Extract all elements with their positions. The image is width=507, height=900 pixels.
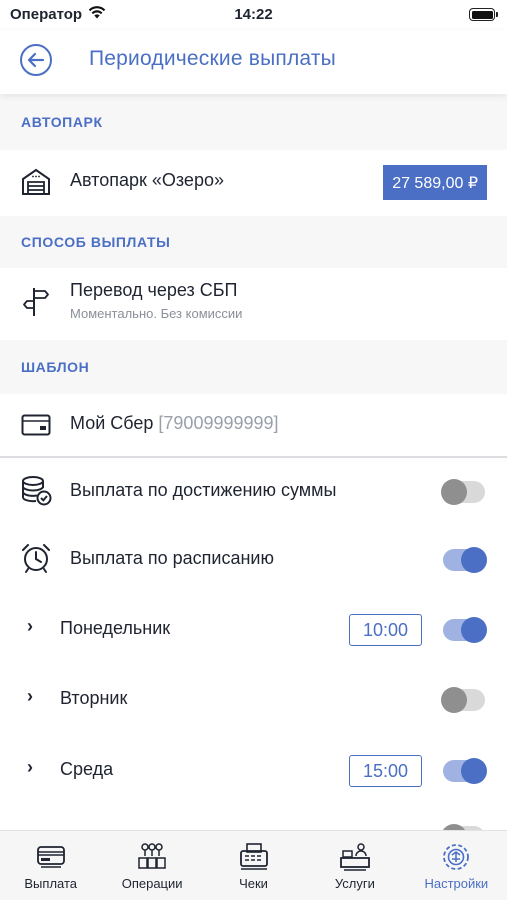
payout-method-description: Моментально. Без комиссии <box>70 306 243 321</box>
threshold-payout-row: Выплата по достижению суммы <box>0 458 507 526</box>
status-time: 14:22 <box>234 6 273 23</box>
tab-receipts[interactable]: Чеки <box>203 831 304 900</box>
navigation-bar: Периодические выплаты <box>0 30 507 94</box>
signpost-icon <box>20 286 52 318</box>
page-title: Периодические выплаты <box>89 47 336 70</box>
section-header-payout-method: СПОСОБ ВЫПЛАТЫ <box>0 216 507 268</box>
day-name: Понедельник <box>60 618 171 638</box>
threshold-payout-toggle[interactable] <box>441 479 485 505</box>
section-header-fleet: АВТОПАРК <box>0 94 507 150</box>
tab-label: Выплата <box>24 876 78 891</box>
fleet-name: Автопарк «Озеро» <box>70 170 224 190</box>
day-toggle[interactable] <box>443 758 487 784</box>
payout-method-row[interactable]: Перевод через СБП Моментально. Без комис… <box>0 268 507 340</box>
card-icon <box>20 409 52 441</box>
template-name: Мой Сбер <box>70 413 154 433</box>
day-name: Среда <box>60 759 114 779</box>
tab-bar: Выплата Операции Чеки Услуги Настройки <box>0 830 507 900</box>
settings-list: АВТОПАРК Автопарк «Озеро» 27 589,00 ₽ СП… <box>0 94 507 830</box>
arrow-left-icon <box>27 52 45 68</box>
tab-label: Услуги <box>334 876 375 891</box>
chevron-right-icon: › <box>27 686 33 706</box>
alarm-clock-icon <box>20 542 52 574</box>
settings-icon <box>440 841 472 873</box>
section-header-template: ШАБЛОН <box>0 340 507 394</box>
schedule-payout-label: Выплата по расписанию <box>70 548 274 568</box>
fleet-row[interactable]: Автопарк «Озеро» 27 589,00 ₽ <box>0 150 507 216</box>
day-toggle[interactable] <box>443 617 487 643</box>
tab-label: Операции <box>121 876 183 891</box>
threshold-payout-label: Выплата по достижению суммы <box>70 480 337 500</box>
time-picker[interactable]: 15:00 <box>349 755 422 787</box>
template-account: [79009999999] <box>158 413 279 433</box>
day-toggle[interactable] <box>441 687 485 713</box>
chevron-right-icon: › <box>27 616 33 636</box>
tab-settings[interactable]: Настройки <box>406 831 507 900</box>
payout-icon <box>35 841 67 873</box>
status-bar: Оператор 14:22 <box>0 0 507 30</box>
schedule-payout-toggle[interactable] <box>443 547 487 573</box>
chevron-right-icon: › <box>27 757 33 777</box>
tab-payout[interactable]: Выплата <box>0 831 101 900</box>
day-name: Вторник <box>60 688 128 708</box>
operations-icon <box>136 841 168 873</box>
tab-services[interactable]: Услуги <box>304 831 405 900</box>
battery-icon <box>469 8 498 21</box>
template-row[interactable]: Мой Сбер [79009999999] <box>0 394 507 456</box>
day-row-tuesday[interactable]: › Вторник <box>0 664 507 734</box>
tab-operations[interactable]: Операции <box>101 831 202 900</box>
fleet-balance-badge: 27 589,00 ₽ <box>383 165 487 200</box>
receipts-icon <box>238 841 270 873</box>
garage-icon <box>20 166 52 198</box>
template-label: Мой Сбер [79009999999] <box>70 413 279 434</box>
coins-stack-icon <box>20 475 52 507</box>
back-button[interactable] <box>20 44 52 76</box>
schedule-payout-row: Выплата по расписанию <box>0 526 507 594</box>
day-row-wednesday[interactable]: › Среда 15:00 <box>0 734 507 806</box>
day-row-monday[interactable]: › Понедельник 10:00 <box>0 594 507 664</box>
payout-method-name: Перевод через СБП <box>70 280 238 300</box>
time-picker[interactable]: 10:00 <box>349 614 422 646</box>
services-icon <box>339 841 371 873</box>
tab-label: Настройки <box>424 876 489 891</box>
tab-label: Чеки <box>239 876 268 891</box>
